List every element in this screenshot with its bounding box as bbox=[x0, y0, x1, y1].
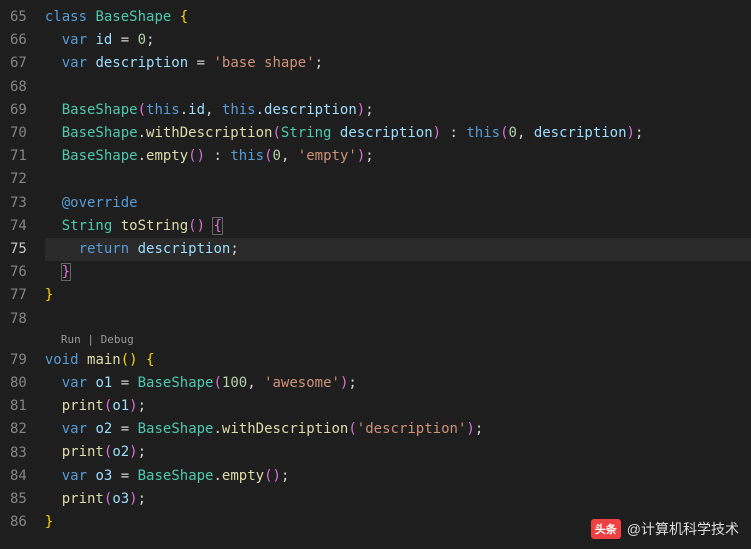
line-number-current: 75 bbox=[10, 238, 27, 261]
watermark-logo: 头条 bbox=[591, 519, 621, 539]
code-line: @override bbox=[45, 192, 751, 215]
watermark-text: @计算机科学技术 bbox=[627, 519, 739, 539]
line-number: 78 bbox=[10, 308, 27, 331]
line-number: 70 bbox=[10, 122, 27, 145]
code-line bbox=[45, 76, 751, 99]
code-line: } bbox=[45, 284, 751, 307]
code-line: BaseShape(this.id, this.description); bbox=[45, 99, 751, 122]
line-number: 86 bbox=[10, 511, 27, 534]
code-line: BaseShape.withDescription(String descrip… bbox=[45, 122, 751, 145]
line-number: 71 bbox=[10, 145, 27, 168]
line-number: 81 bbox=[10, 395, 27, 418]
line-number: 66 bbox=[10, 29, 27, 52]
code-line: void main() { bbox=[45, 349, 751, 372]
code-line: print(o3); bbox=[45, 488, 751, 511]
line-number: 65 bbox=[10, 6, 27, 29]
line-number: 76 bbox=[10, 261, 27, 284]
line-number: 83 bbox=[10, 442, 27, 465]
code-line: print(o2); bbox=[45, 441, 751, 464]
codelens-run[interactable]: Run bbox=[61, 333, 81, 346]
watermark: 头条 @计算机科学技术 bbox=[591, 519, 739, 539]
code-line: BaseShape.empty() : this(0, 'empty'); bbox=[45, 145, 751, 168]
code-line-current: return description; bbox=[45, 238, 751, 261]
code-editor: 65 66 67 68 69 70 71 72 73 74 75 76 77 7… bbox=[0, 0, 751, 549]
line-number: 69 bbox=[10, 99, 27, 122]
code-line: class BaseShape { bbox=[45, 6, 751, 29]
code-line: String toString() { bbox=[45, 215, 751, 238]
line-number: 82 bbox=[10, 418, 27, 441]
code-line bbox=[45, 307, 751, 330]
line-number: 79 bbox=[10, 349, 27, 372]
code-line: var o3 = BaseShape.empty(); bbox=[45, 465, 751, 488]
codelens-debug[interactable]: Debug bbox=[101, 333, 134, 346]
code-line: print(o1); bbox=[45, 395, 751, 418]
code-line: } bbox=[45, 261, 751, 284]
code-line: var description = 'base shape'; bbox=[45, 52, 751, 75]
line-number: 72 bbox=[10, 168, 27, 191]
code-line: var id = 0; bbox=[45, 29, 751, 52]
line-number: 68 bbox=[10, 76, 27, 99]
code-line: var o1 = BaseShape(100, 'awesome'); bbox=[45, 372, 751, 395]
line-number: 77 bbox=[10, 284, 27, 307]
code-line: var o2 = BaseShape.withDescription('desc… bbox=[45, 418, 751, 441]
code-line bbox=[45, 168, 751, 191]
code-area[interactable]: class BaseShape { var id = 0; var descri… bbox=[45, 0, 751, 549]
line-number: 67 bbox=[10, 52, 27, 75]
line-gutter: 65 66 67 68 69 70 71 72 73 74 75 76 77 7… bbox=[0, 0, 45, 549]
line-number: 74 bbox=[10, 215, 27, 238]
line-number: 85 bbox=[10, 488, 27, 511]
codelens: Run | Debug bbox=[45, 331, 751, 349]
line-number: 84 bbox=[10, 465, 27, 488]
line-number: 80 bbox=[10, 372, 27, 395]
line-number: 73 bbox=[10, 192, 27, 215]
